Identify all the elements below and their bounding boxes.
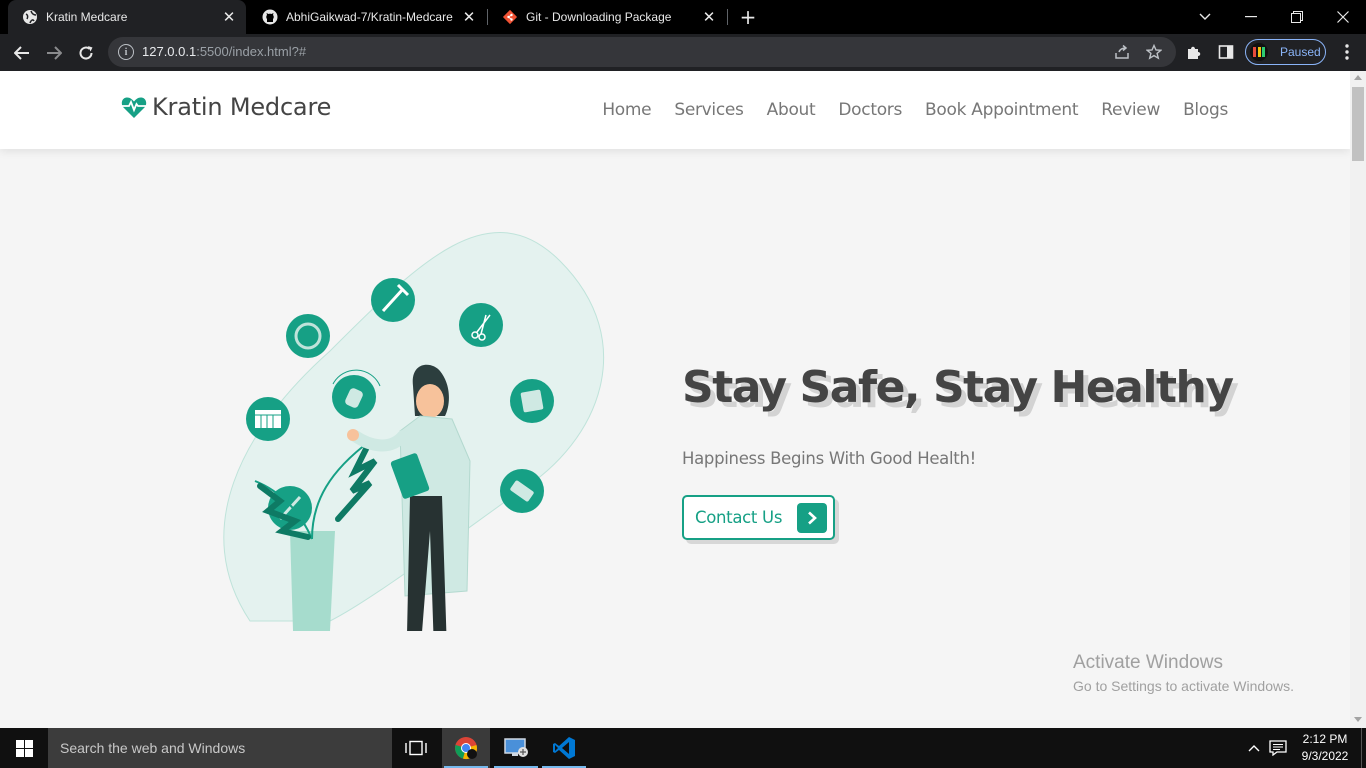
page-scrollbar[interactable] xyxy=(1350,71,1366,728)
github-icon xyxy=(262,9,278,25)
show-desktop-button[interactable] xyxy=(1361,728,1366,768)
tab-separator xyxy=(727,9,728,25)
nav-blogs[interactable]: Blogs xyxy=(1183,100,1228,120)
close-tab-icon[interactable]: ✕ xyxy=(220,8,238,26)
globe-icon xyxy=(22,9,38,25)
hero-subtitle: Happiness Begins With Good Health! xyxy=(682,449,976,468)
nav-book-appointment[interactable]: Book Appointment xyxy=(925,100,1078,120)
taskbar-search-placeholder: Search the web and Windows xyxy=(60,740,246,756)
activate-windows-watermark: Activate Windows Go to Settings to activ… xyxy=(1073,652,1294,694)
tab-github[interactable]: AbhiGaikwad-7/Kratin-Medcare ✕ xyxy=(248,0,486,34)
clock-time: 2:12 PM xyxy=(1302,732,1348,746)
profile-status: Paused xyxy=(1280,45,1321,59)
taskbar-vscode-icon[interactable] xyxy=(540,728,588,768)
chevron-right-icon xyxy=(797,503,827,533)
avatar xyxy=(1250,43,1268,61)
hero-title: Stay Safe, Stay Healthy xyxy=(682,362,1234,413)
tab-kratin-medcare[interactable]: Kratin Medcare ✕ xyxy=(8,0,246,34)
tab-search-chevron-icon[interactable] xyxy=(1182,0,1228,34)
nav-doctors[interactable]: Doctors xyxy=(838,100,902,120)
tab-title: Git - Downloading Package xyxy=(526,10,672,24)
medical-icon-scissors xyxy=(459,303,503,347)
browser-toolbar: i 127.0.0.1:5500/index.html?# Paused xyxy=(0,34,1366,71)
url-text: 127.0.0.1:5500/index.html?# xyxy=(142,44,307,59)
nav-services[interactable]: Services xyxy=(674,100,744,120)
windows-start-icon[interactable] xyxy=(0,728,48,768)
page-viewport: Kratin Medcare Home Services About Docto… xyxy=(0,71,1350,728)
address-bar[interactable]: i 127.0.0.1:5500/index.html?# xyxy=(108,37,1176,67)
contact-us-button[interactable]: Contact Us xyxy=(682,495,835,540)
brand-name: Kratin Medcare xyxy=(152,93,332,121)
tab-title: Kratin Medcare xyxy=(46,10,128,24)
site-info-icon[interactable]: i xyxy=(118,44,134,60)
medical-icon-ring xyxy=(286,314,330,358)
medical-icon-syringe xyxy=(371,278,415,322)
site-header: Kratin Medcare Home Services About Docto… xyxy=(0,71,1350,149)
share-icon[interactable] xyxy=(1112,42,1132,62)
tab-git[interactable]: Git - Downloading Package ✕ xyxy=(488,0,726,34)
medical-icon-calendar xyxy=(246,397,290,441)
watermark-title: Activate Windows xyxy=(1073,652,1223,673)
nav-home[interactable]: Home xyxy=(602,100,651,120)
medical-icon-notepad xyxy=(510,379,554,423)
clock-date: 9/3/2022 xyxy=(1301,749,1349,763)
bookmark-star-icon[interactable] xyxy=(1144,42,1164,62)
restore-button[interactable] xyxy=(1274,0,1320,34)
task-view-icon[interactable] xyxy=(392,728,440,768)
extensions-puzzle-icon[interactable] xyxy=(1183,41,1205,63)
minimize-button[interactable] xyxy=(1228,0,1274,34)
git-icon xyxy=(502,9,518,25)
reload-icon[interactable] xyxy=(73,40,99,66)
main-nav: Home Services About Doctors Book Appoint… xyxy=(602,100,1228,120)
scroll-down-icon[interactable] xyxy=(1354,717,1362,722)
taskbar-search-input[interactable]: Search the web and Windows xyxy=(48,728,392,768)
kebab-menu-icon[interactable] xyxy=(1336,41,1358,63)
brand-logo[interactable]: Kratin Medcare xyxy=(121,93,331,121)
action-center-icon[interactable] xyxy=(1266,728,1290,768)
new-tab-button[interactable]: + xyxy=(736,5,760,29)
taskbar-chrome-icon[interactable] xyxy=(442,728,490,768)
tray-overflow-chevron-icon[interactable] xyxy=(1244,728,1264,768)
profile-button[interactable]: Paused xyxy=(1245,39,1326,65)
forward-arrow-icon[interactable] xyxy=(41,40,67,66)
watermark-subtitle: Go to Settings to activate Windows. xyxy=(1073,678,1294,694)
tab-title: AbhiGaikwad-7/Kratin-Medcare xyxy=(286,10,453,24)
windows-taskbar: Search the web and Windows 2:12 PM 9/3/2… xyxy=(0,728,1366,768)
nav-review[interactable]: Review xyxy=(1101,100,1160,120)
close-window-button[interactable] xyxy=(1320,0,1366,34)
taskbar-clock[interactable]: 2:12 PM 9/3/2022 xyxy=(1290,731,1360,765)
nav-about[interactable]: About xyxy=(767,100,816,120)
back-arrow-icon[interactable] xyxy=(9,40,35,66)
close-tab-icon[interactable]: ✕ xyxy=(700,8,718,26)
doctor-illustration xyxy=(223,232,605,631)
heartbeat-icon xyxy=(121,97,147,118)
contact-us-label: Contact Us xyxy=(695,508,783,527)
medical-icon-pills xyxy=(500,469,544,513)
scroll-up-icon[interactable] xyxy=(1354,75,1362,80)
browser-tab-strip: Kratin Medcare ✕ AbhiGaikwad-7/Kratin-Me… xyxy=(0,0,1366,34)
scrollbar-thumb[interactable] xyxy=(1352,87,1364,161)
close-tab-icon[interactable]: ✕ xyxy=(460,8,478,26)
side-panel-icon[interactable] xyxy=(1215,41,1237,63)
taskbar-remote-desktop-icon[interactable] xyxy=(492,728,540,768)
